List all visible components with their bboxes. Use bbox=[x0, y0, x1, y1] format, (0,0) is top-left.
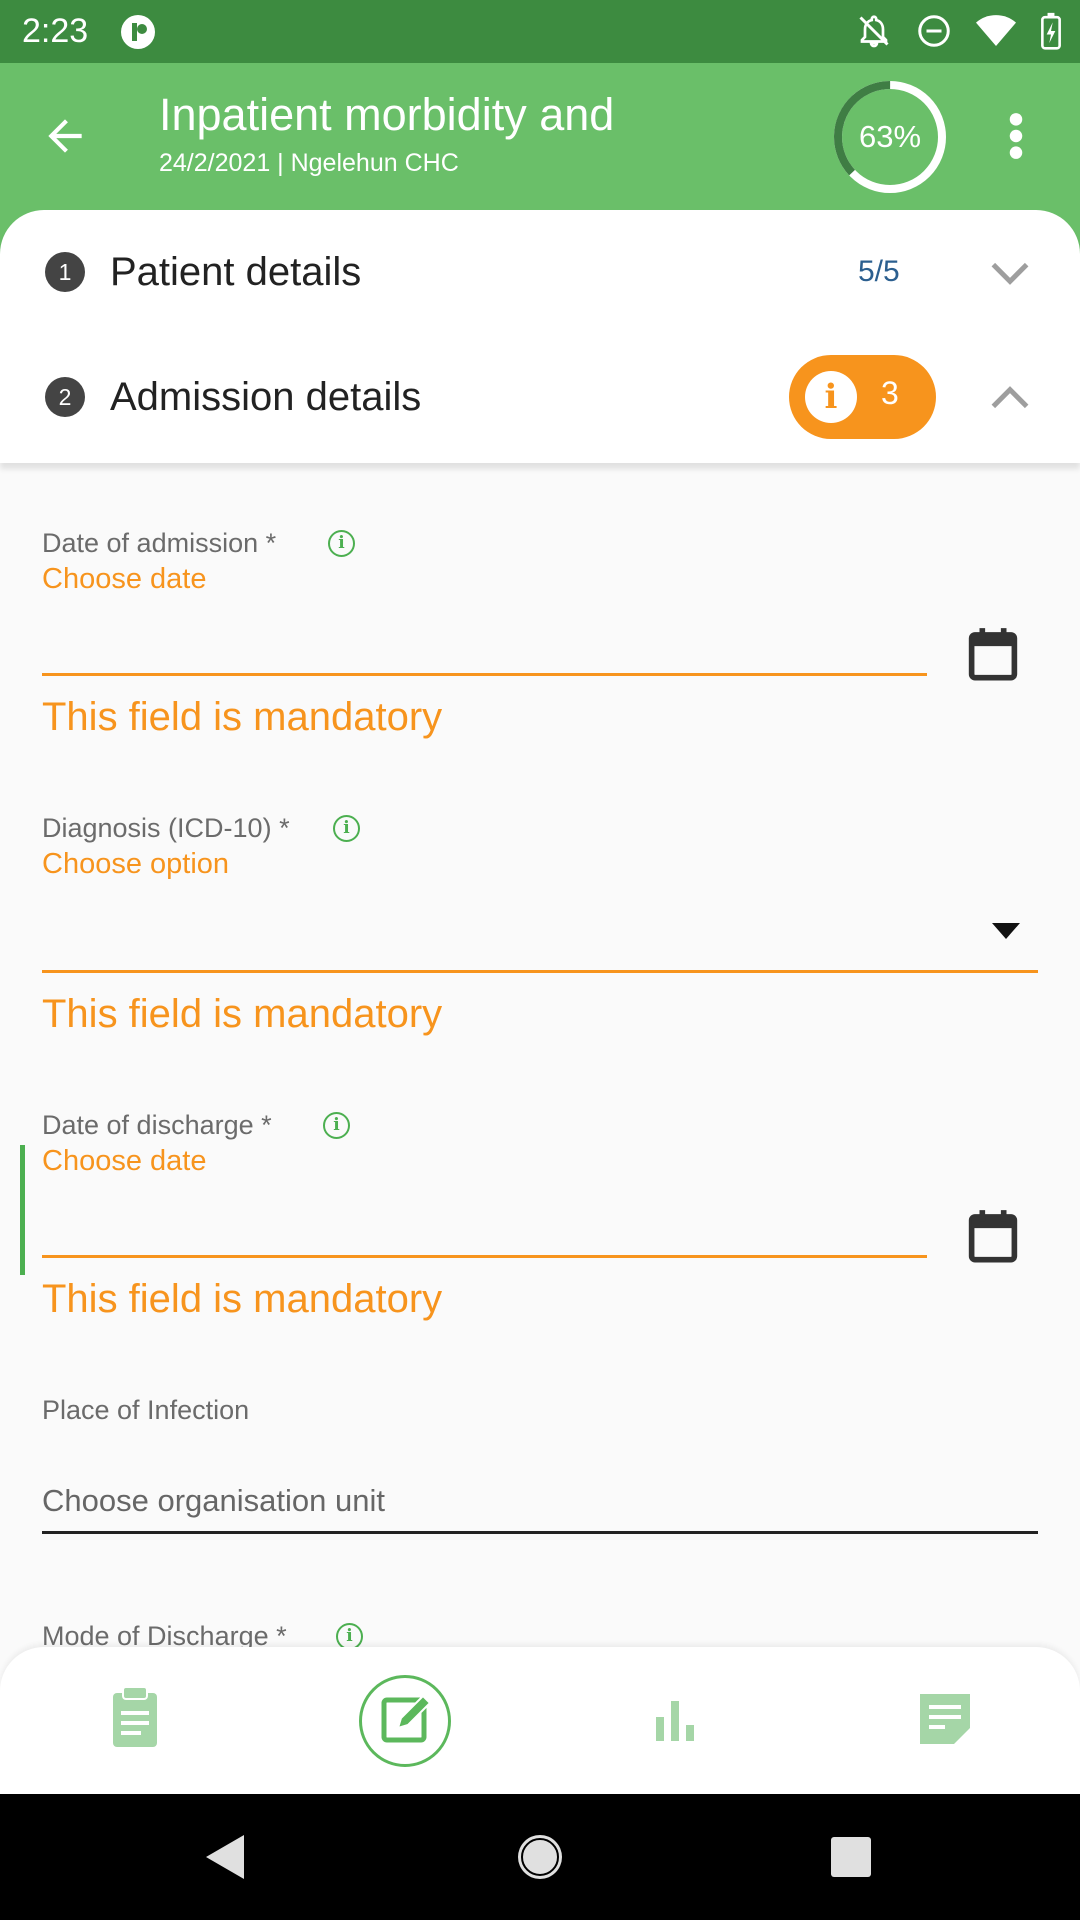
wifi-icon bbox=[976, 15, 1016, 46]
section-admission-details[interactable]: 2 Admission details i 3 bbox=[0, 335, 1080, 455]
battery-charging-icon bbox=[1041, 12, 1061, 50]
notes-icon[interactable] bbox=[895, 1669, 995, 1769]
notifications-off-icon bbox=[859, 15, 889, 48]
recents-icon[interactable] bbox=[830, 1836, 872, 1878]
info-icon[interactable]: i bbox=[333, 815, 360, 842]
do-not-disturb-icon bbox=[918, 15, 950, 47]
data-entry-tab-active[interactable] bbox=[359, 1675, 451, 1767]
chevron-up-icon[interactable] bbox=[990, 383, 1030, 413]
info-icon[interactable]: i bbox=[336, 1623, 363, 1647]
calendar-icon[interactable] bbox=[968, 627, 1018, 681]
data-entry-icon bbox=[381, 1694, 432, 1743]
section-title: Admission details bbox=[110, 375, 422, 419]
back-arrow-icon[interactable] bbox=[40, 111, 90, 161]
section-patient-details[interactable]: 1 Patient details 5/5 bbox=[0, 210, 1080, 330]
calendar-icon[interactable] bbox=[968, 1209, 1018, 1263]
section-number: 1 bbox=[45, 252, 85, 292]
page-subtitle: 24/2/2021 | Ngelehun CHC bbox=[159, 149, 459, 177]
app-notification-icon bbox=[121, 15, 155, 49]
field-label: Place of Infection bbox=[42, 1395, 250, 1425]
status-time: 2:23 bbox=[22, 12, 89, 50]
chevron-down-icon[interactable] bbox=[990, 258, 1030, 288]
field-label: Date of admission * bbox=[42, 528, 277, 558]
completion-percentage: 63% bbox=[858, 119, 922, 154]
field-error-message: This field is mandatory bbox=[42, 695, 443, 739]
analytics-icon[interactable] bbox=[625, 1669, 725, 1769]
section-field-count: 5/5 bbox=[858, 255, 900, 288]
field-error-message: This field is mandatory bbox=[42, 992, 443, 1036]
details-icon[interactable] bbox=[85, 1669, 185, 1769]
field-label: Date of discharge * bbox=[42, 1110, 272, 1140]
error-count: 3 bbox=[881, 375, 899, 411]
info-icon: i bbox=[805, 371, 857, 423]
option-select-input[interactable]: Choose option bbox=[42, 848, 229, 881]
field-underline bbox=[42, 673, 927, 676]
home-icon[interactable] bbox=[515, 1832, 565, 1882]
status-bar: 2:23 bbox=[0, 0, 1080, 63]
sections-card: 1 Patient details 5/5 2 Admission detail… bbox=[0, 210, 1080, 463]
field-underline bbox=[42, 1531, 1038, 1534]
section-number: 2 bbox=[45, 377, 85, 417]
date-picker-input[interactable]: Choose date bbox=[42, 563, 206, 596]
field-label: Diagnosis (ICD-10) * bbox=[42, 813, 290, 843]
more-options-icon[interactable] bbox=[995, 111, 1037, 161]
section-title: Patient details bbox=[110, 250, 362, 294]
admission-form: Date of admission * i Choose date This f… bbox=[0, 463, 1080, 1647]
date-picker-input[interactable]: Choose date bbox=[42, 1145, 206, 1178]
info-icon[interactable]: i bbox=[328, 530, 355, 557]
page-title: Inpatient morbidity and bbox=[159, 89, 615, 140]
org-unit-input[interactable]: Choose organisation unit bbox=[42, 1483, 385, 1519]
dropdown-arrow-icon[interactable] bbox=[992, 923, 1020, 939]
section-error-badge: i 3 bbox=[789, 355, 936, 439]
bottom-navigation bbox=[0, 1647, 1080, 1794]
focus-indicator bbox=[20, 1145, 25, 1275]
field-underline bbox=[42, 970, 1038, 973]
system-navigation-bar bbox=[0, 1794, 1080, 1920]
back-icon[interactable] bbox=[202, 1832, 248, 1882]
field-underline bbox=[42, 1255, 927, 1258]
field-label: Mode of Discharge * bbox=[42, 1621, 287, 1647]
info-icon[interactable]: i bbox=[323, 1112, 350, 1139]
field-error-message: This field is mandatory bbox=[42, 1277, 443, 1321]
